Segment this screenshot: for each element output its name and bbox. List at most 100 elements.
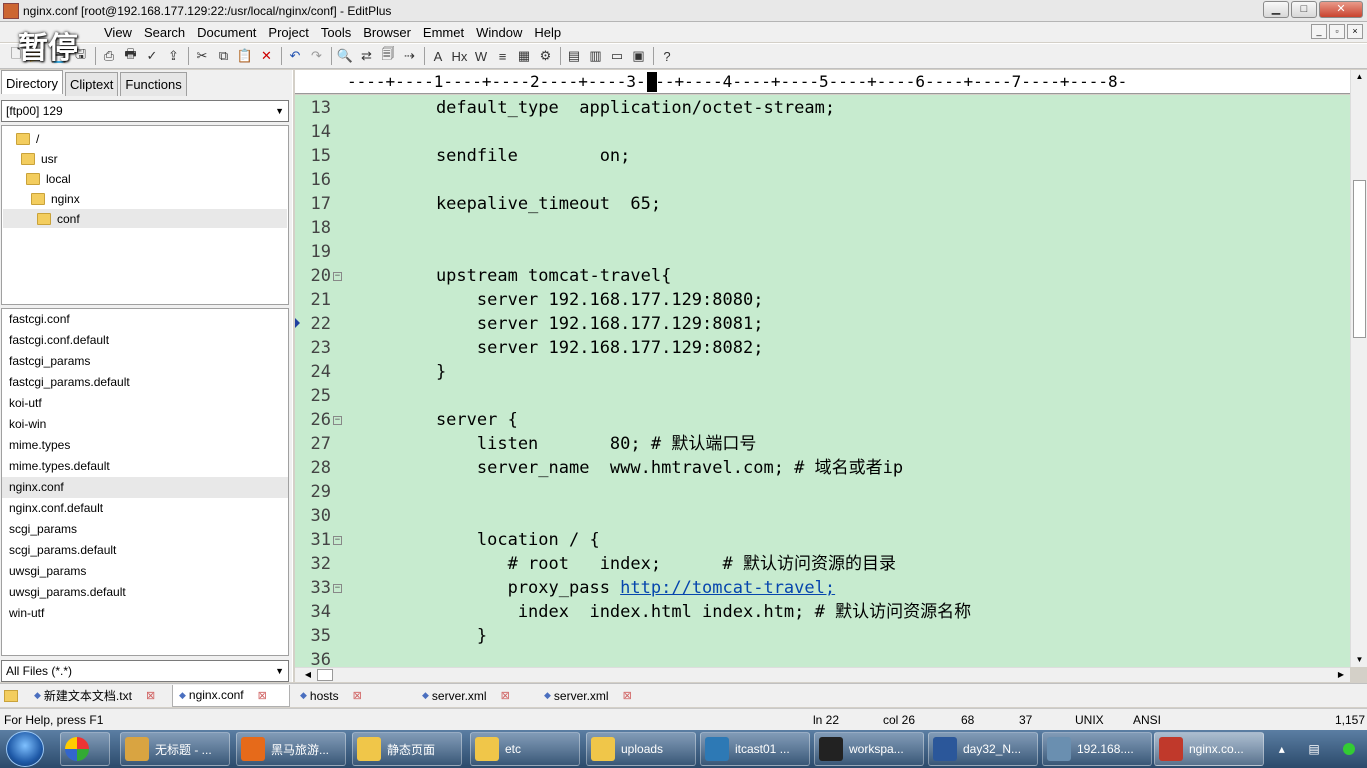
- drive-select[interactable]: [ftp00] 129 ▼: [1, 100, 289, 122]
- code-line[interactable]: 30: [295, 504, 1350, 528]
- taskbar-app[interactable]: 无标题 - ...: [120, 732, 230, 766]
- ruler-icon[interactable]: ▦: [514, 46, 534, 66]
- replace-icon[interactable]: ⇄: [357, 46, 377, 66]
- hex-icon[interactable]: Hx: [450, 46, 470, 66]
- file-item[interactable]: fastcgi.conf: [2, 309, 288, 330]
- file-item[interactable]: scgi_params: [2, 519, 288, 540]
- undo-icon[interactable]: ↶: [285, 46, 305, 66]
- code-editor[interactable]: 13 default_type application/octet-stream…: [295, 95, 1350, 667]
- directory-icon[interactable]: ▥: [586, 46, 606, 66]
- file-item[interactable]: fastcgi.conf.default: [2, 330, 288, 351]
- start-button[interactable]: [6, 731, 44, 767]
- file-item[interactable]: scgi_params.default: [2, 540, 288, 561]
- code-line[interactable]: 15 sendfile on;: [295, 144, 1350, 168]
- find-icon[interactable]: 🔍: [335, 46, 355, 66]
- code-line[interactable]: 36: [295, 648, 1350, 667]
- file-item[interactable]: mime.types.default: [2, 456, 288, 477]
- tree-item-local[interactable]: local: [26, 169, 71, 188]
- file-item[interactable]: uwsgi_params.default: [2, 582, 288, 603]
- code-line[interactable]: 21 server 192.168.177.129:8080;: [295, 288, 1350, 312]
- taskbar-app[interactable]: day32_N...: [928, 732, 1038, 766]
- fold-toggle-icon[interactable]: −: [333, 584, 342, 593]
- taskbar-app[interactable]: nginx.co...: [1154, 732, 1264, 766]
- cliptext-icon[interactable]: ▤: [564, 46, 584, 66]
- menu-help[interactable]: Help: [528, 25, 567, 40]
- document-tab[interactable]: ◆ server.xml ⊠: [416, 685, 534, 707]
- horizontal-scrollbar[interactable]: ◀ ▶: [295, 667, 1350, 682]
- code-line[interactable]: 14: [295, 120, 1350, 144]
- status-dot-icon[interactable]: [1343, 743, 1356, 755]
- h-scrollbar-thumb[interactable]: [317, 669, 333, 681]
- code-line[interactable]: 34 index index.html index.htm; # 默认访问资源名…: [295, 600, 1350, 624]
- tray-arrow-icon[interactable]: ▴: [1279, 742, 1285, 756]
- output-icon[interactable]: ▭: [607, 46, 627, 66]
- font-icon[interactable]: A: [428, 46, 448, 66]
- taskbar-app[interactable]: 黑马旅游...: [236, 732, 346, 766]
- paste-icon[interactable]: 📋: [235, 46, 255, 66]
- scroll-down-icon[interactable]: ▼: [1351, 653, 1367, 667]
- find-in-files-icon[interactable]: 🗐: [378, 46, 398, 66]
- code-line[interactable]: 26− server {: [295, 408, 1350, 432]
- file-item-selected[interactable]: nginx.conf: [2, 477, 288, 498]
- scroll-right-icon[interactable]: ▶: [1334, 668, 1348, 682]
- code-line[interactable]: 32 # root index; # 默认访问资源的目录: [295, 552, 1350, 576]
- minimize-button[interactable]: ▁: [1263, 1, 1289, 18]
- scroll-up-icon[interactable]: ▲: [1351, 70, 1367, 84]
- menu-search[interactable]: Search: [138, 25, 191, 40]
- cut-icon[interactable]: ✂: [192, 46, 212, 66]
- tab-functions[interactable]: Functions: [120, 72, 187, 96]
- tab-cliptext[interactable]: Cliptext: [65, 72, 119, 96]
- taskbar-app[interactable]: uploads: [586, 732, 696, 766]
- taskbar-app[interactable]: workspa...: [814, 732, 924, 766]
- code-line[interactable]: 16: [295, 168, 1350, 192]
- document-tab[interactable]: ◆ nginx.conf ⊠: [172, 684, 290, 707]
- file-item[interactable]: nginx.conf.default: [2, 498, 288, 519]
- settings-gear-icon[interactable]: ⚙: [536, 46, 556, 66]
- context-help-icon[interactable]: ?: [657, 46, 677, 66]
- file-item[interactable]: koi-utf: [2, 393, 288, 414]
- print-icon[interactable]: ⎙: [99, 46, 119, 66]
- file-item[interactable]: mime.types: [2, 435, 288, 456]
- code-line[interactable]: 24 }: [295, 360, 1350, 384]
- close-tab-icon[interactable]: ⊠: [501, 689, 510, 702]
- network-icon[interactable]: ▤: [1308, 742, 1319, 756]
- file-item[interactable]: fastcgi_params.default: [2, 372, 288, 393]
- document-tab[interactable]: ◆ 新建文本文档.txt ⊠: [28, 685, 168, 707]
- scroll-left-icon[interactable]: ◀: [301, 668, 315, 682]
- tree-item-nginx[interactable]: nginx: [31, 189, 80, 208]
- code-hyperlink[interactable]: http://tomcat-travel;: [620, 578, 835, 598]
- file-filter-select[interactable]: All Files (*.*) ▼: [1, 660, 289, 682]
- document-tab[interactable]: ◆ server.xml ⊠: [538, 685, 656, 707]
- line-number-icon[interactable]: ≡: [493, 46, 513, 66]
- tab-directory[interactable]: Directory: [1, 70, 64, 94]
- taskbar-pinned-app[interactable]: [60, 732, 110, 766]
- tree-item-root[interactable]: /: [16, 129, 39, 148]
- doc-close-button[interactable]: ×: [1347, 24, 1363, 39]
- code-line[interactable]: 35 }: [295, 624, 1350, 648]
- close-tab-icon[interactable]: ⊠: [258, 689, 267, 702]
- fold-toggle-icon[interactable]: −: [333, 416, 342, 425]
- file-item[interactable]: fastcgi_params: [2, 351, 288, 372]
- tree-item-conf[interactable]: conf: [3, 209, 287, 228]
- file-item[interactable]: win-utf: [2, 603, 288, 624]
- maximize-button[interactable]: □: [1291, 1, 1317, 18]
- close-tab-icon[interactable]: ⊠: [623, 689, 632, 702]
- code-line[interactable]: 33− proxy_pass http://tomcat-travel;: [295, 576, 1350, 600]
- delete-icon[interactable]: ✕: [257, 46, 277, 66]
- code-line[interactable]: 20− upstream tomcat-travel{: [295, 264, 1350, 288]
- doc-restore-button[interactable]: ▫: [1329, 24, 1345, 39]
- scrollbar-thumb[interactable]: [1353, 180, 1366, 338]
- document-tab[interactable]: ◆ hosts ⊠: [294, 685, 412, 707]
- menu-view[interactable]: View: [98, 25, 138, 40]
- vertical-scrollbar[interactable]: ▲ ▼: [1350, 70, 1367, 667]
- code-line[interactable]: 18: [295, 216, 1350, 240]
- code-line[interactable]: 23 server 192.168.177.129:8082;: [295, 336, 1350, 360]
- close-button[interactable]: ✕: [1319, 1, 1363, 18]
- menu-tools[interactable]: Tools: [315, 25, 357, 40]
- browser-icon[interactable]: ▣: [629, 46, 649, 66]
- code-line[interactable]: 19: [295, 240, 1350, 264]
- spell-check-icon[interactable]: ✓: [142, 46, 162, 66]
- menu-browser[interactable]: Browser: [357, 25, 417, 40]
- code-line[interactable]: 28 server_name www.hmtravel.com; # 域名或者i…: [295, 456, 1350, 480]
- code-line[interactable]: 29: [295, 480, 1350, 504]
